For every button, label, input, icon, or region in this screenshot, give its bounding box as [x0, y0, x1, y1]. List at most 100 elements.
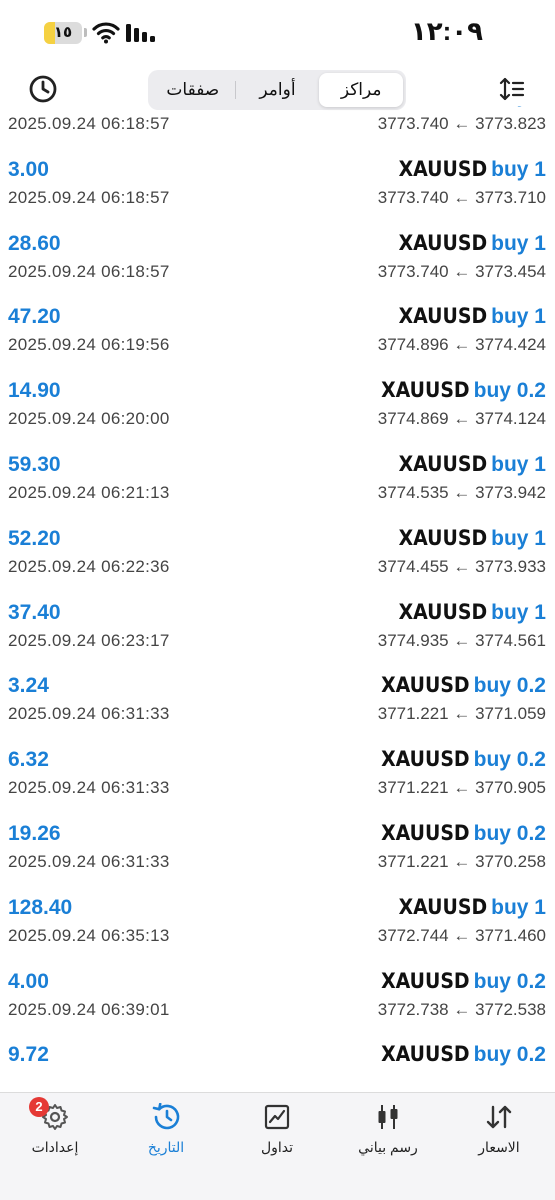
tab-positions[interactable]: مراكز	[319, 73, 403, 107]
deal-time: 2025.09.24 06:22:36	[8, 556, 170, 576]
deal-direction: buy 0.2	[473, 748, 546, 772]
nav-trade[interactable]: تداول	[227, 1103, 327, 1156]
deal-symbol: XAUUSD	[398, 230, 488, 255]
tab-deals[interactable]: صفقات	[151, 73, 235, 107]
nav-history[interactable]: التاريخ	[116, 1103, 216, 1156]
deal-row[interactable]: 14.90 2025.09.24 06:20:00 XAUUSD buy 0.2 377…	[0, 375, 555, 449]
deal-direction: buy 1	[491, 106, 546, 107]
deal-profit: 128.40	[8, 895, 73, 919]
deal-row[interactable]: 9.72 XAUUSD buy 0.2	[0, 1039, 555, 1092]
deal-direction: buy 0.2	[473, 1043, 546, 1067]
deal-profit: 52.20	[8, 526, 61, 550]
deal-profit: 28.60	[8, 231, 61, 255]
deal-direction: buy 0.2	[473, 674, 546, 698]
deal-time: 2025.09.24 06:39:01	[8, 999, 170, 1019]
deal-symbol: XAUUSD	[398, 599, 488, 624]
battery-cap	[84, 28, 87, 37]
deal-row[interactable]: -8.30 2025.09.24 06:18:57 XAUUSDbuy 1 3773.…	[0, 106, 555, 154]
deal-title: XAUUSDbuy 1	[399, 452, 546, 477]
deal-profit: 9.72	[8, 1043, 49, 1067]
deal-profit: -8.30	[8, 106, 56, 108]
deal-direction: buy 1	[491, 231, 546, 255]
deal-time: 2025.09.24 06:21:13	[8, 482, 170, 502]
notification-badge: 2	[29, 1097, 49, 1117]
deal-title: XAUUSD buy 0.2	[381, 1042, 546, 1067]
nav-quotes-label: الاسعار	[478, 1139, 520, 1155]
nav-quotes[interactable]: الاسعار	[449, 1103, 549, 1156]
deal-profit: 6.32	[8, 748, 49, 772]
deal-time: 2025.09.24 06:19:56	[8, 335, 170, 355]
deal-row[interactable]: 4.00 2025.09.24 06:39:01 XAUUSD buy 0.2 3772…	[0, 966, 555, 1040]
deal-row[interactable]: 52.20 2025.09.24 06:22:36 XAUUSD buy 1 3774.…	[0, 523, 555, 597]
deal-prices: 3774.896 ← 3774.424	[377, 335, 546, 355]
deal-row[interactable]: 6.32 2025.09.24 06:31:33 XAUUSD buy 0.2 3771…	[0, 744, 555, 818]
battery-level: ١٥	[53, 24, 73, 41]
deal-row[interactable]: 28.60 2025.09.24 06:18:57 XAUUSD buy 1 3773.…	[0, 228, 555, 302]
deal-prices: 3772.738 ← 3772.538	[377, 999, 546, 1019]
nav-chart-label: رسم بياني	[358, 1139, 418, 1155]
deal-row[interactable]: 47.20 2025.09.24 06:19:56 XAUUSD buy 1 3774.…	[0, 301, 555, 375]
deal-title: XAUUSDbuy 1	[399, 304, 546, 329]
deal-profit: 3.24	[8, 674, 49, 698]
deal-profit: 3.00	[8, 157, 49, 181]
deal-title: XAUUSDbuy 1	[399, 106, 546, 108]
deal-title: XAUUSD buy 0.2	[381, 378, 546, 403]
deal-prices: 3771.221 ← 3770.258	[377, 851, 546, 871]
history-icon	[152, 1103, 180, 1130]
candlestick-icon	[378, 1105, 398, 1129]
deal-profit: 14.90	[8, 379, 61, 403]
deal-row[interactable]: 3.24 2025.09.24 06:31:33 XAUUSD buy 0.2 3771…	[0, 670, 555, 744]
deal-title: XAUUSD buy 0.2	[381, 673, 546, 698]
deal-row[interactable]: 128.40 2025.09.24 06:35:13 XAUUSD buy 1 3772…	[0, 892, 555, 966]
deal-row[interactable]: 3.00 2025.09.24 06:18:57 XAUUSD buy 1 3773.7…	[0, 154, 555, 228]
deal-title: XAUUSD buy 0.2	[381, 747, 546, 772]
segmented-control: مراكز أوامر صفقات	[148, 70, 406, 110]
deal-prices: 3773.740 ← 3773.823	[377, 114, 546, 133]
deals-list[interactable]: -8.302025.09.24 06:18:57XAUUSDbuy 13773.…	[0, 106, 555, 1092]
deal-profit: 37.40	[8, 600, 61, 624]
deal-direction: buy 1	[491, 600, 546, 624]
deal-direction: buy 1	[491, 895, 546, 919]
deal-time: 2025.09.24 06:31:33	[8, 851, 170, 871]
trade-chart-icon	[264, 1104, 290, 1130]
deal-direction: buy 1	[491, 452, 546, 476]
deal-prices: 3771.221 ← 3770.905	[377, 778, 546, 798]
deal-profit: 47.20	[8, 305, 61, 329]
deal-symbol: XAUUSD	[398, 156, 488, 181]
deal-prices: 3774.455 ← 3773.933	[377, 556, 546, 576]
nav-settings[interactable]: 2 إعدادات	[5, 1097, 105, 1156]
deal-symbol: XAUUSD	[398, 451, 488, 476]
nav-settings-label: إعدادات	[31, 1139, 79, 1155]
deal-prices: 3774.869 ← 3774.124	[377, 409, 546, 429]
deal-row[interactable]: 19.26 2025.09.24 06:31:33 XAUUSD buy 0.2 377…	[0, 818, 555, 892]
deal-time: 2025.09.24 06:31:33	[8, 704, 170, 724]
status-bar: ١٥ ١٢:٠٩	[0, 0, 555, 64]
deal-row[interactable]: 59.30 2025.09.24 06:21:13 XAUUSD buy 1 3774.…	[0, 449, 555, 523]
deal-symbol: XAUUSD	[398, 525, 488, 550]
deal-time: 2025.09.24 06:35:13	[8, 925, 170, 945]
deal-direction: buy 1	[491, 157, 546, 181]
history-clock-icon[interactable]	[28, 74, 58, 104]
nav-history-label: التاريخ	[147, 1139, 185, 1155]
deal-title: XAUUSD buy 0.2	[381, 969, 546, 994]
deal-symbol: XAUUSD	[398, 304, 488, 329]
nav-chart[interactable]: رسم بياني	[338, 1103, 438, 1156]
deal-title: XAUUSD buy 0.2	[381, 821, 546, 846]
deal-prices: 3773.740 ← 3773.454	[377, 261, 546, 281]
deal-time: 2025.09.24 06:18:57	[8, 261, 170, 281]
deal-symbol: XAUUSD	[381, 378, 470, 403]
deal-direction: buy 1	[491, 526, 546, 550]
deal-title: XAUUSDbuy 1	[399, 600, 546, 625]
signal-icon	[126, 24, 155, 42]
deal-direction: buy 0.2	[473, 821, 546, 845]
deal-title: XAUUSDbuy 1	[399, 895, 546, 920]
deal-title: XAUUSDbuy 1	[399, 231, 546, 256]
deal-time: 2025.09.24 06:18:57	[8, 114, 170, 133]
battery-icon: ١٥	[44, 22, 82, 44]
deal-profit: 59.30	[8, 452, 61, 476]
sort-icon[interactable]	[499, 76, 525, 102]
deal-title: XAUUSDbuy 1	[399, 157, 546, 182]
tab-orders[interactable]: أوامر	[236, 73, 320, 107]
deal-symbol: XAUUSD	[381, 747, 470, 772]
deal-row[interactable]: 37.40 2025.09.24 06:23:17 XAUUSD buy 1 3774.…	[0, 597, 555, 671]
